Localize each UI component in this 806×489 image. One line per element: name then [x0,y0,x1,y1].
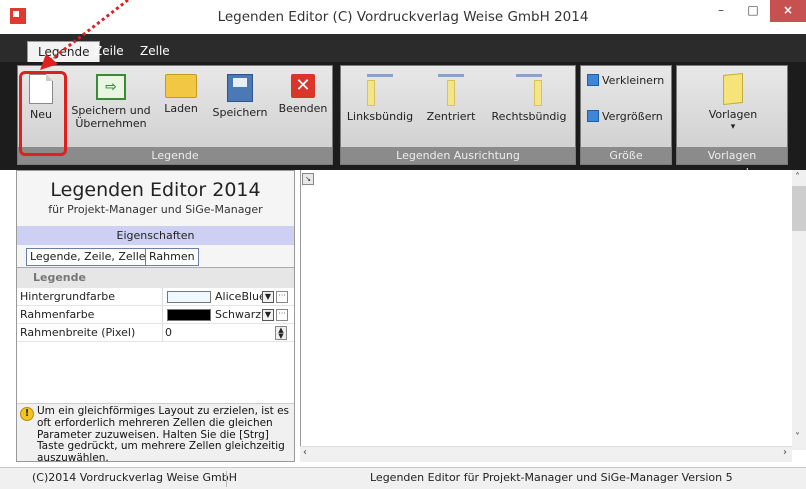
properties-panel: Legenden Editor 2014 für Projekt-Manager… [16,170,295,465]
maximize-button[interactable]: □ [738,0,768,22]
ellipsis-icon[interactable]: ··· [276,309,288,321]
property-grid: Legende Hintergrundfarbe AliceBlue ▼ ···… [17,267,294,403]
group-ausrichtung: Linksbündig Zentriert Rechtsbündig Legen… [340,65,576,165]
align-center-button[interactable]: Zentriert [421,70,481,123]
align-center-icon [438,74,464,106]
shrink-icon [587,74,599,86]
align-left-button[interactable]: Linksbündig [343,70,417,123]
properties-header: Eigenschaften [17,226,294,245]
property-key: Hintergrundfarbe [20,290,116,303]
load-button-label: Laden [164,102,198,115]
align-right-button[interactable]: Rechtsbündig [485,70,573,123]
property-value[interactable]: 0 [165,324,172,342]
align-right-label: Rechtsbündig [491,110,567,123]
status-separator [226,471,227,487]
property-row-background[interactable]: Hintergrundfarbe AliceBlue ▼ ··· [17,288,294,306]
save-button-label: Speichern [212,106,268,119]
group-label-vorlagen: Vorlagen verwenden [677,147,787,179]
highlight-box [19,71,67,156]
annotation-arrow [40,0,129,70]
templates-button[interactable]: Vorlagen ▾ [681,70,785,134]
group-vorlagen: Vorlagen ▾ Vorlagen verwenden [676,65,788,179]
expand-icon[interactable]: ↘ [302,173,314,185]
group-groesse: Verkleinern Vergrößern Größe [580,65,672,165]
tip-box: ! Um ein gleichförmiges Layout zu erziel… [17,403,294,465]
color-swatch [167,309,211,321]
ellipsis-icon[interactable]: ··· [276,291,288,303]
property-row-border-color[interactable]: Rahmenfarbe Schwarz ▼ ··· [17,306,294,324]
exit-button[interactable]: ✕ Beenden [276,70,330,115]
property-category: Legende [17,268,294,288]
property-value: Schwarz [215,308,262,321]
property-row-border-width[interactable]: Rahmenbreite (Pixel) 0 ▲ ▼ [17,324,294,342]
scroll-left-icon[interactable]: ‹ [303,447,307,458]
panel-title: Legenden Editor 2014 [50,179,261,201]
scroll-up-icon[interactable]: ˄ [795,172,800,183]
align-right-icon [516,74,542,106]
templates-label: Vorlagen [708,108,758,121]
shrink-label: Verkleinern [602,74,665,87]
status-copyright: (C)2014 Vordruckverlag Weise GmbH [32,471,237,484]
scroll-down-icon[interactable]: ˅ [795,432,800,443]
horizontal-scrollbar[interactable] [300,446,792,462]
scroll-right-icon[interactable]: › [783,447,787,458]
color-swatch [167,291,211,303]
property-key: Rahmenfarbe [20,308,95,321]
group-label-ausrichtung: Legenden Ausrichtung [341,147,575,164]
property-key: Rahmenbreite (Pixel) [20,326,136,339]
align-left-icon [367,74,393,106]
ribbon: Neu ⇨ Speichern und Übernehmen Laden Spe… [0,62,806,179]
tab-legende-zeile-zelle[interactable]: Legende, Zeile, Zelle [26,248,150,266]
status-version: Legenden Editor für Projekt-Manager und … [370,471,733,484]
info-icon: ! [20,407,34,421]
folder-open-icon [165,74,197,98]
group-label-groesse: Größe [581,147,671,164]
chevron-down-icon: ▾ [730,122,736,132]
spinner-icon[interactable]: ▲ ▼ [275,326,287,340]
minimize-button[interactable]: – [706,0,736,22]
templates-icon [723,72,743,106]
align-center-label: Zentriert [426,110,476,123]
vertical-scroll-thumb[interactable] [792,186,806,231]
shrink-button[interactable]: Verkleinern [587,74,664,87]
enlarge-button[interactable]: Vergrößern [587,110,663,123]
tab-zelle[interactable]: Zelle [130,41,180,62]
align-left-label: Linksbündig [346,110,414,123]
exit-button-label: Beenden [278,102,328,115]
save-button[interactable]: Speichern [208,70,272,119]
close-red-icon: ✕ [291,74,315,98]
legend-canvas[interactable] [300,170,806,462]
floppy-disk-icon [227,74,253,102]
tip-text: Um ein gleichförmiges Layout zu erzielen… [37,405,290,465]
panel-subtitle: für Projekt-Manager und SiGe-Manager [48,203,263,216]
status-bar: (C)2014 Vordruckverlag Weise GmbH Legend… [0,467,806,489]
tab-rahmen[interactable]: Rahmen [145,248,199,266]
property-value: AliceBlue [215,290,266,303]
save-apply-button[interactable]: ⇨ Speichern und Übernehmen [68,70,154,130]
save-apply-icon: ⇨ [96,74,126,100]
load-button[interactable]: Laden [158,70,204,115]
enlarge-icon [587,110,599,122]
enlarge-label: Vergrößern [602,110,663,123]
dropdown-icon[interactable]: ▼ [262,291,274,303]
save-apply-button-label: Speichern und Übernehmen [71,104,151,130]
dropdown-icon[interactable]: ▼ [262,309,274,321]
close-button[interactable]: × [770,0,806,22]
